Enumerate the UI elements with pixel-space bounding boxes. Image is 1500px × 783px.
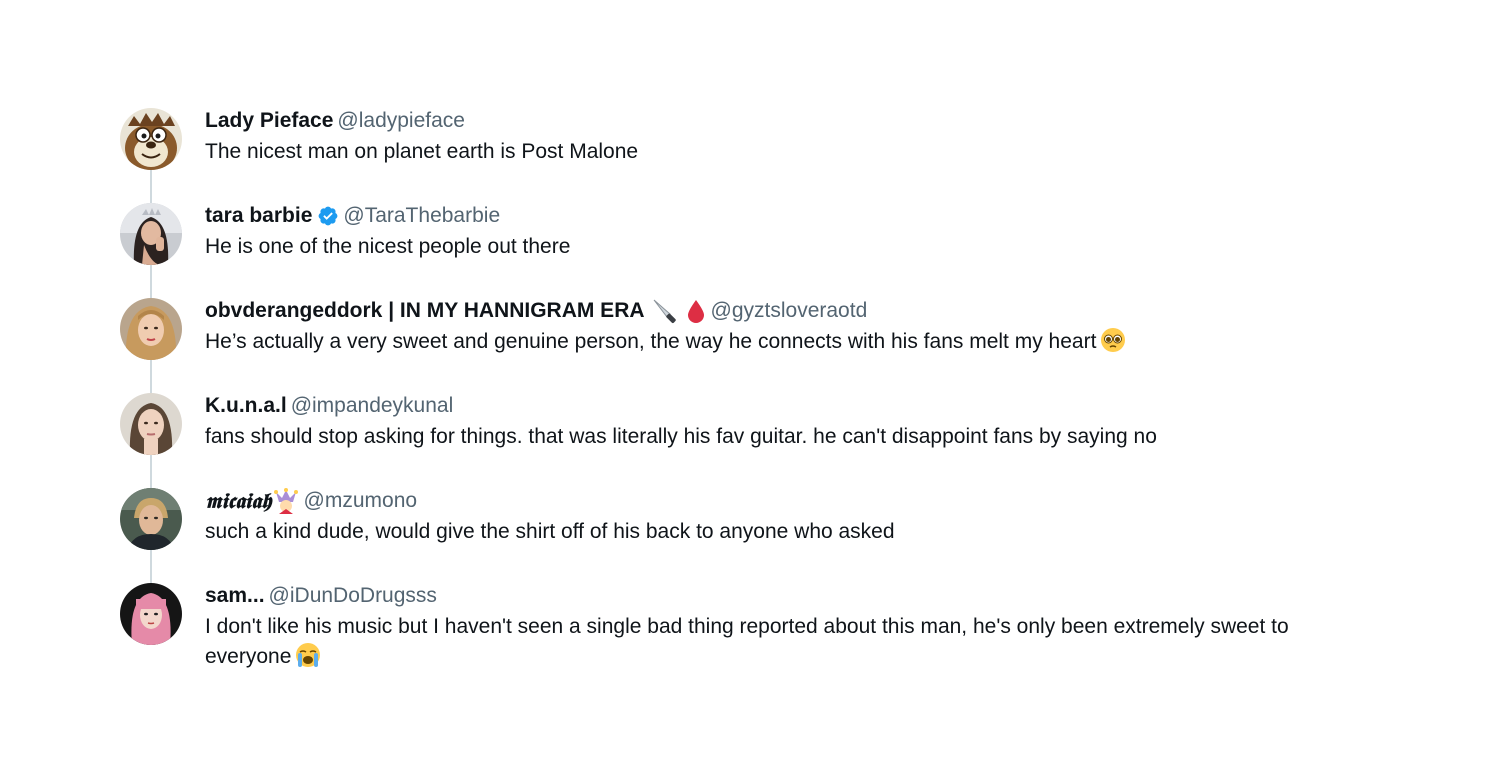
tweet-text-wrap: He’s actually a very sweet and genuine p… [205, 327, 1380, 357]
user-handle[interactable]: @mzumono [304, 488, 418, 514]
loudly-crying-face-icon [296, 643, 321, 667]
display-name[interactable]: Lady Pieface [205, 108, 333, 134]
tweet-text: He is one of the nicest people out there [205, 235, 571, 258]
avatar[interactable] [120, 298, 182, 360]
tweet[interactable]: 𝖒𝖎𝖈𝖆𝖎𝖆𝖍 @mzumono such a kind dude, would… [120, 488, 1380, 583]
display-name[interactable]: K.u.n.a.l [205, 393, 287, 419]
user-handle[interactable]: @iDunDoDrugsss [269, 583, 437, 609]
verified-badge-icon [318, 206, 338, 226]
avatar-image [120, 393, 182, 455]
tweet-text: I don't like his music but I haven't see… [205, 615, 1289, 668]
thread-connector [150, 170, 152, 203]
knife-icon [653, 299, 676, 324]
avatar-image [120, 488, 182, 550]
avatar-image [120, 583, 182, 645]
display-name[interactable]: sam... [205, 583, 265, 609]
reply-thread: Lady Pieface @ladypieface The nicest man… [120, 108, 1380, 678]
avatar-image [120, 108, 182, 170]
avatar[interactable] [120, 108, 182, 170]
pleading-face-icon [1101, 328, 1126, 352]
avatar[interactable] [120, 488, 182, 550]
display-name[interactable]: obvderangeddork | IN MY HANNIGRAM ERA [205, 298, 645, 324]
thread-connector [150, 550, 152, 583]
user-handle[interactable]: @impandeykunal [291, 393, 454, 419]
tweet[interactable]: sam... @iDunDoDrugsss I don't like his m… [120, 583, 1380, 678]
tweet-text: fans should stop asking for things. that… [205, 425, 1157, 448]
thread-connector [150, 455, 152, 488]
avatar-image [120, 203, 182, 265]
thread-connector [150, 265, 152, 298]
display-name[interactable]: 𝖒𝖎𝖈𝖆𝖎𝖆𝖍 [205, 488, 272, 514]
tweet[interactable]: obvderangeddork | IN MY HANNIGRAM ERA @g… [120, 298, 1380, 393]
tweet[interactable]: K.u.n.a.l @impandeykunal fans should sto… [120, 393, 1380, 488]
user-handle[interactable]: @TaraThebarbie [343, 203, 500, 229]
tweet-text: The nicest man on planet earth is Post M… [205, 140, 639, 163]
avatar[interactable] [120, 203, 182, 265]
user-handle[interactable]: @gyztsloveraotd [711, 298, 868, 324]
user-handle[interactable]: @ladypieface [337, 108, 465, 134]
tweet[interactable]: tara barbie @TaraThebarbie He is one of … [120, 203, 1380, 298]
avatar[interactable] [120, 583, 182, 645]
avatar[interactable] [120, 393, 182, 455]
tweet-text-wrap: I don't like his music but I haven't see… [205, 612, 1380, 672]
tweet-text: such a kind dude, would give the shirt o… [205, 520, 895, 543]
tweet-text: He’s actually a very sweet and genuine p… [205, 330, 1097, 353]
tweet[interactable]: Lady Pieface @ladypieface The nicest man… [120, 108, 1380, 203]
drop-of-blood-icon [687, 300, 704, 323]
avatar-image [120, 298, 182, 360]
jester-icon [273, 488, 298, 514]
thread-connector [150, 360, 152, 393]
display-name[interactable]: tara barbie [205, 203, 312, 229]
